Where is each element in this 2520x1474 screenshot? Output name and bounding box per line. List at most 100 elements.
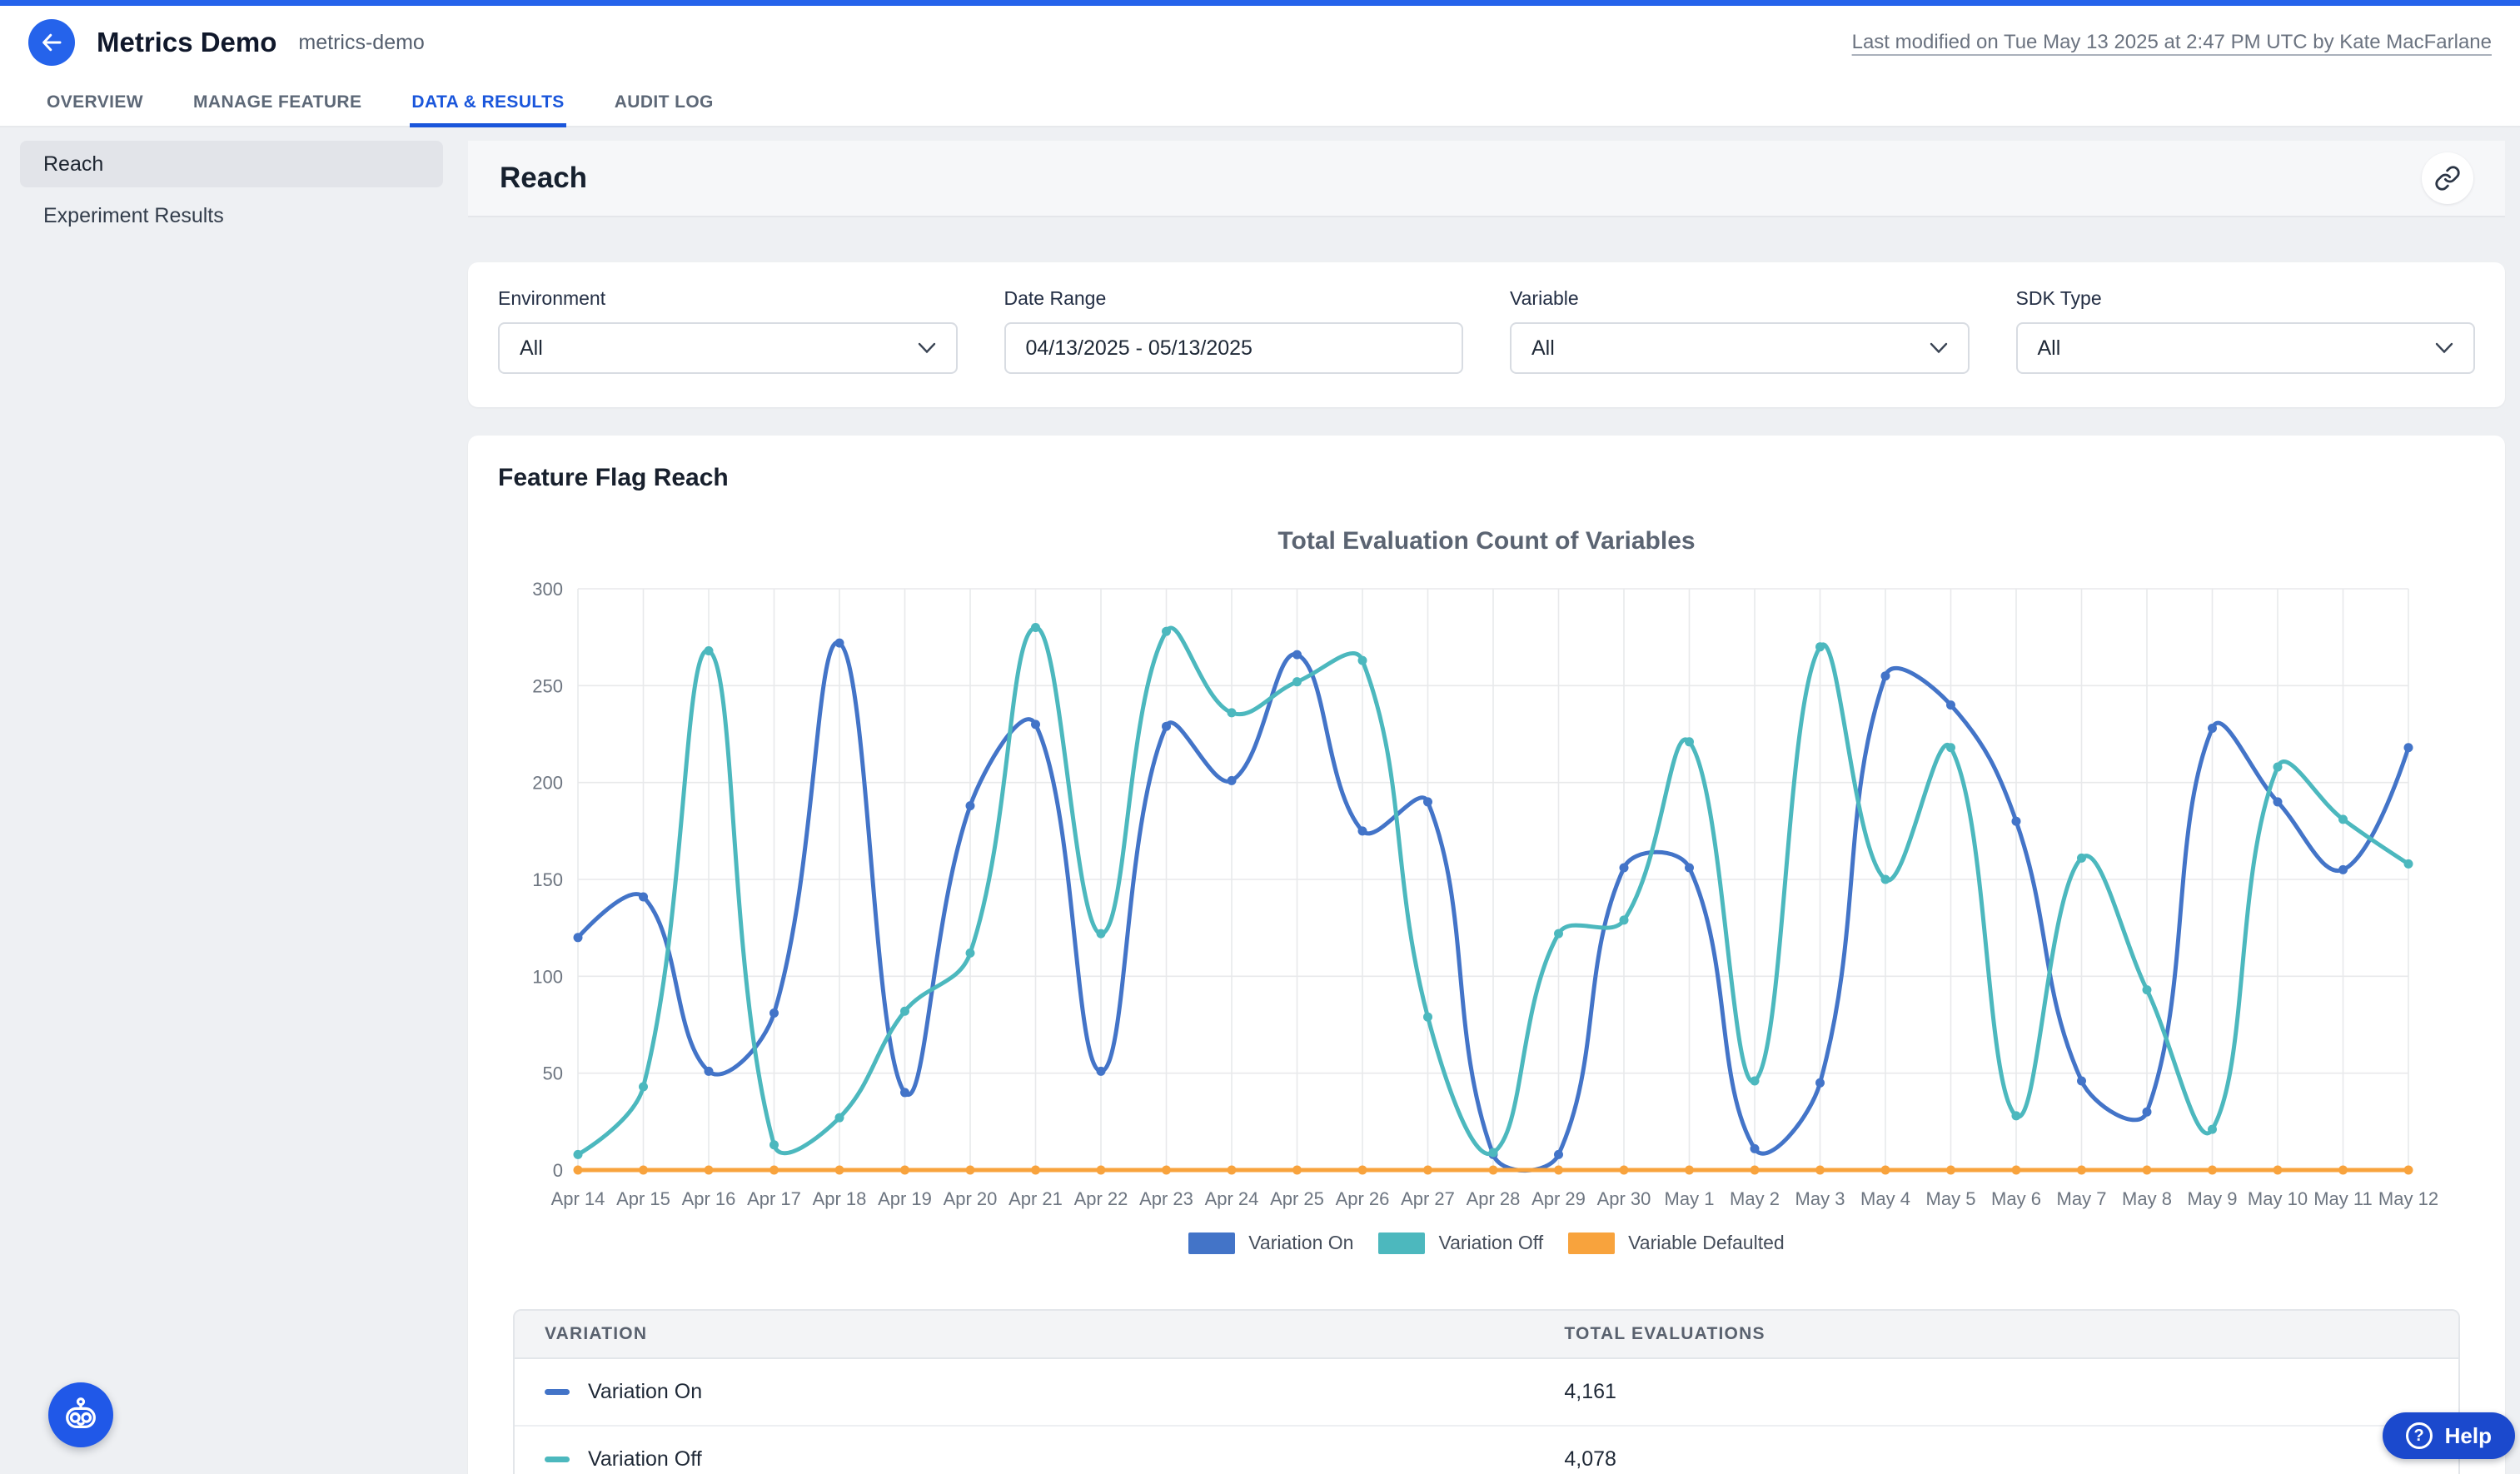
- svg-text:May 9: May 9: [2188, 1188, 2238, 1209]
- svg-text:Apr 21: Apr 21: [1008, 1188, 1063, 1209]
- help-button-label: Help: [2445, 1423, 2492, 1449]
- svg-text:Apr 30: Apr 30: [1597, 1188, 1651, 1209]
- column-header-variation: VARIATION: [515, 1324, 1564, 1344]
- variation-table: VARIATION TOTAL EVALUATIONS Variation On…: [513, 1309, 2460, 1474]
- svg-text:May 1: May 1: [1665, 1188, 1715, 1209]
- legend-swatch: [1188, 1232, 1235, 1254]
- chevron-down-icon: [918, 342, 936, 354]
- legend-label: Variation On: [1248, 1232, 1353, 1254]
- sidebar: Reach Experiment Results: [20, 141, 443, 1474]
- svg-text:Apr 25: Apr 25: [1270, 1188, 1324, 1209]
- svg-text:Apr 19: Apr 19: [878, 1188, 932, 1209]
- variation-cell: Variation On: [515, 1380, 1564, 1404]
- svg-text:Apr 29: Apr 29: [1531, 1188, 1586, 1209]
- date-range-label: Date Range: [1004, 287, 1464, 310]
- tab-overview[interactable]: OVERVIEW: [22, 79, 168, 126]
- last-modified-text[interactable]: Last modified on Tue May 13 2025 at 2:47…: [1852, 31, 2492, 54]
- svg-text:May 7: May 7: [2057, 1188, 2107, 1209]
- filter-environment: Environment All: [498, 287, 958, 374]
- arrow-left-icon: [39, 30, 64, 55]
- section-header: Reach: [468, 141, 2505, 217]
- tab-audit-log[interactable]: AUDIT LOG: [590, 79, 739, 126]
- svg-text:Apr 14: Apr 14: [551, 1188, 605, 1209]
- table-header-row: VARIATION TOTAL EVALUATIONS: [515, 1311, 2458, 1359]
- svg-text:100: 100: [532, 966, 563, 987]
- svg-text:Apr 17: Apr 17: [747, 1188, 801, 1209]
- variable-value: All: [1531, 336, 1555, 361]
- help-button[interactable]: ? Help: [2383, 1412, 2515, 1459]
- chart-card-title: Feature Flag Reach: [498, 464, 2475, 492]
- app-header: Metrics Demo metrics-demo Last modified …: [0, 6, 2520, 79]
- date-range-value: 04/13/2025 - 05/13/2025: [1026, 336, 1253, 361]
- svg-text:250: 250: [532, 675, 563, 696]
- svg-text:300: 300: [532, 579, 563, 600]
- sdk-type-label: SDK Type: [2016, 287, 2476, 310]
- legend-swatch: [1378, 1232, 1425, 1254]
- variation-cell: Variation Off: [515, 1447, 1564, 1472]
- svg-text:Apr 26: Apr 26: [1336, 1188, 1390, 1209]
- svg-text:Apr 28: Apr 28: [1467, 1188, 1521, 1209]
- total-evaluations-value: 4,078: [1564, 1447, 2458, 1472]
- svg-text:Apr 18: Apr 18: [813, 1188, 867, 1209]
- tab-manage-feature[interactable]: MANAGE FEATURE: [168, 79, 386, 126]
- legend-item-2[interactable]: Variable Defaulted: [1568, 1232, 1785, 1254]
- evaluation-line-chart[interactable]: 050100150200250300Apr 14Apr 15Apr 16Apr …: [498, 570, 2463, 1228]
- environment-value: All: [520, 336, 543, 361]
- variable-select[interactable]: All: [1510, 322, 1970, 374]
- svg-text:150: 150: [532, 869, 563, 890]
- filter-variable: Variable All: [1510, 287, 1970, 374]
- legend-item-0[interactable]: Variation On: [1188, 1232, 1353, 1254]
- date-range-input[interactable]: 04/13/2025 - 05/13/2025: [1004, 322, 1464, 374]
- page-body: Reach Experiment Results Reach Environmen…: [0, 127, 2520, 1474]
- top-accent-bar: [0, 0, 2520, 6]
- chart-legend: Variation On Variation Off Variable Defaul…: [498, 1232, 2475, 1254]
- chevron-down-icon: [2435, 342, 2453, 354]
- sidebar-item-experiment-results[interactable]: Experiment Results: [20, 192, 443, 239]
- legend-swatch: [1568, 1232, 1615, 1254]
- chart-title: Total Evaluation Count of Variables: [498, 527, 2475, 555]
- svg-text:Apr 20: Apr 20: [944, 1188, 998, 1209]
- variation-name: Variation On: [588, 1380, 702, 1404]
- reach-chart-card: Feature Flag Reach Total Evaluation Coun…: [468, 436, 2505, 1474]
- svg-text:May 3: May 3: [1795, 1188, 1845, 1209]
- svg-text:Apr 24: Apr 24: [1205, 1188, 1259, 1209]
- chart-area: 050100150200250300Apr 14Apr 15Apr 16Apr …: [498, 570, 2475, 1228]
- svg-text:200: 200: [532, 773, 563, 794]
- svg-text:0: 0: [553, 1160, 563, 1181]
- environment-label: Environment: [498, 287, 958, 310]
- total-evaluations-value: 4,161: [1564, 1380, 2458, 1404]
- series-color-dash: [545, 1457, 570, 1462]
- assistant-robot-button[interactable]: [48, 1382, 113, 1447]
- svg-text:Apr 15: Apr 15: [616, 1188, 670, 1209]
- svg-text:Apr 23: Apr 23: [1139, 1188, 1193, 1209]
- sdk-type-value: All: [2038, 336, 2061, 361]
- variation-name: Variation Off: [588, 1447, 702, 1472]
- svg-text:Apr 27: Apr 27: [1401, 1188, 1455, 1209]
- sdk-type-select[interactable]: All: [2016, 322, 2476, 374]
- feature-key: metrics-demo: [298, 31, 424, 55]
- tab-data-results[interactable]: DATA & RESULTS: [386, 79, 589, 126]
- filter-date-range: Date Range 04/13/2025 - 05/13/2025: [1004, 287, 1464, 374]
- main-content: Reach Environment All Date Range 04/13/2: [468, 141, 2505, 1474]
- legend-label: Variable Defaulted: [1628, 1232, 1785, 1254]
- filter-sdk-type: SDK Type All: [2016, 287, 2476, 374]
- svg-text:May 4: May 4: [1860, 1188, 1910, 1209]
- svg-text:Apr 16: Apr 16: [682, 1188, 736, 1209]
- legend-item-1[interactable]: Variation Off: [1378, 1232, 1543, 1254]
- environment-select[interactable]: All: [498, 322, 958, 374]
- variable-label: Variable: [1510, 287, 1970, 310]
- table-row: Variation On 4,161: [515, 1359, 2458, 1427]
- svg-text:May 8: May 8: [2122, 1188, 2172, 1209]
- svg-text:May 5: May 5: [1926, 1188, 1976, 1209]
- question-mark-icon: ?: [2406, 1422, 2433, 1449]
- series-color-dash: [545, 1389, 570, 1395]
- back-button[interactable]: [28, 19, 75, 66]
- page-title: Metrics Demo: [97, 27, 276, 58]
- sidebar-item-reach[interactable]: Reach: [20, 141, 443, 187]
- column-header-total-evaluations: TOTAL EVALUATIONS: [1564, 1324, 2458, 1344]
- svg-text:May 6: May 6: [1991, 1188, 2041, 1209]
- filters-card: Environment All Date Range 04/13/2025 - …: [468, 262, 2505, 407]
- chevron-down-icon: [1930, 342, 1948, 354]
- svg-text:May 12: May 12: [2378, 1188, 2438, 1209]
- copy-link-button[interactable]: [2422, 152, 2473, 204]
